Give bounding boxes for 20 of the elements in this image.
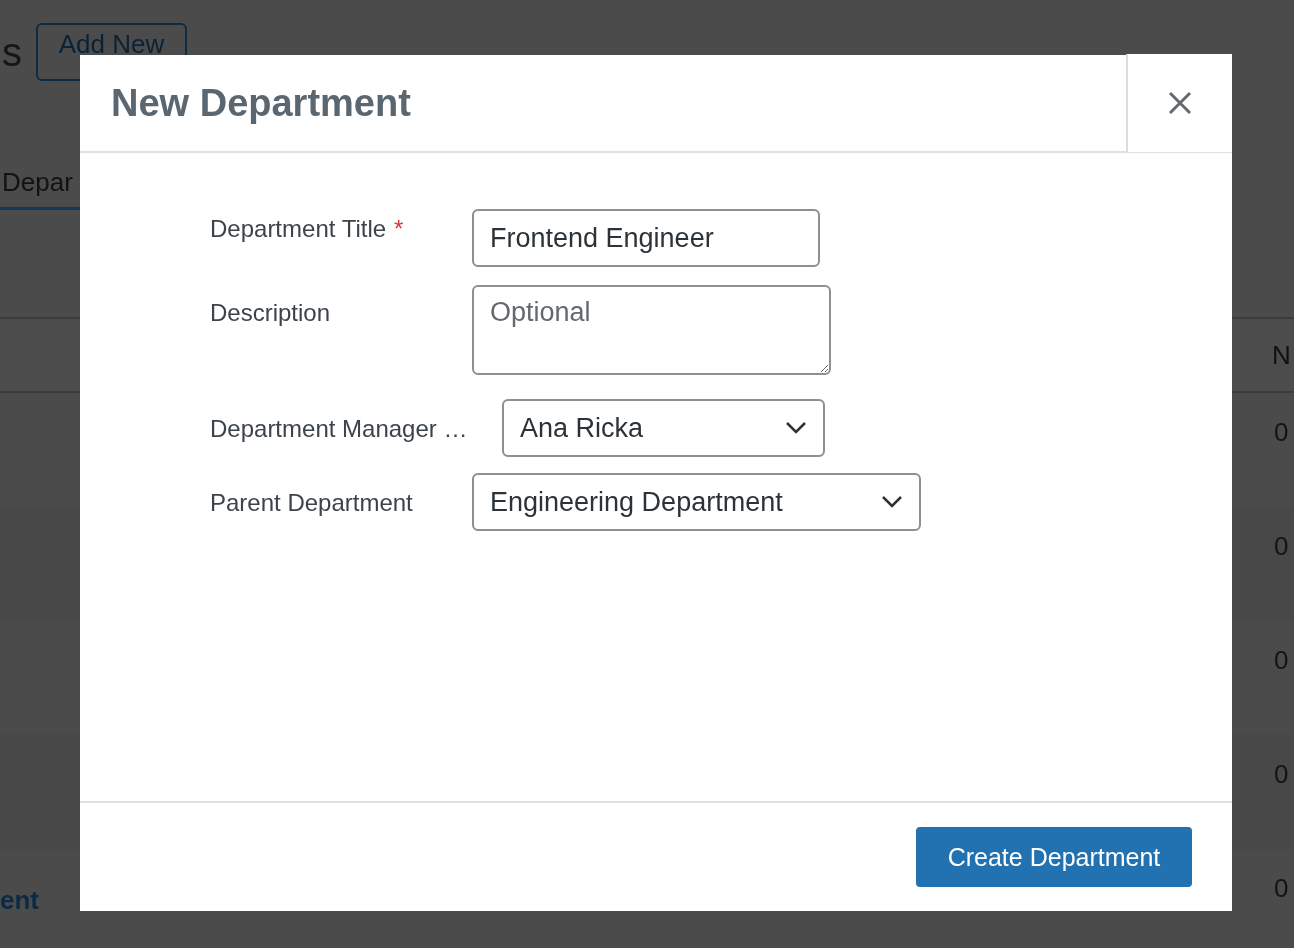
select-field[interactable]: Engineering Department (472, 473, 921, 531)
field-label: Department Manager … (210, 415, 468, 443)
close-icon (1167, 90, 1193, 116)
textarea-field[interactable]: Optional (472, 285, 831, 375)
chevron-icon (881, 495, 903, 509)
modal-title: New Department (110, 81, 412, 125)
create-department-button[interactable]: Create Department (916, 827, 1192, 887)
field-label: Parent Department (210, 489, 413, 517)
input-field[interactable]: Frontend Engineer (472, 209, 820, 267)
table-cell-text: 0 (1274, 645, 1290, 676)
close-button[interactable] (1126, 54, 1232, 152)
table-cell-text: 0 (1274, 873, 1290, 904)
column-header: N (1272, 339, 1292, 371)
page-heading: s (1, 29, 22, 75)
select-field[interactable]: Ana Ricka (502, 399, 825, 457)
table-cell-text: 0 (1274, 417, 1290, 448)
required-mark: * (394, 215, 404, 243)
field-label: Department Title (210, 215, 387, 243)
field-label: Description (210, 299, 331, 327)
chevron-icon (785, 421, 807, 435)
